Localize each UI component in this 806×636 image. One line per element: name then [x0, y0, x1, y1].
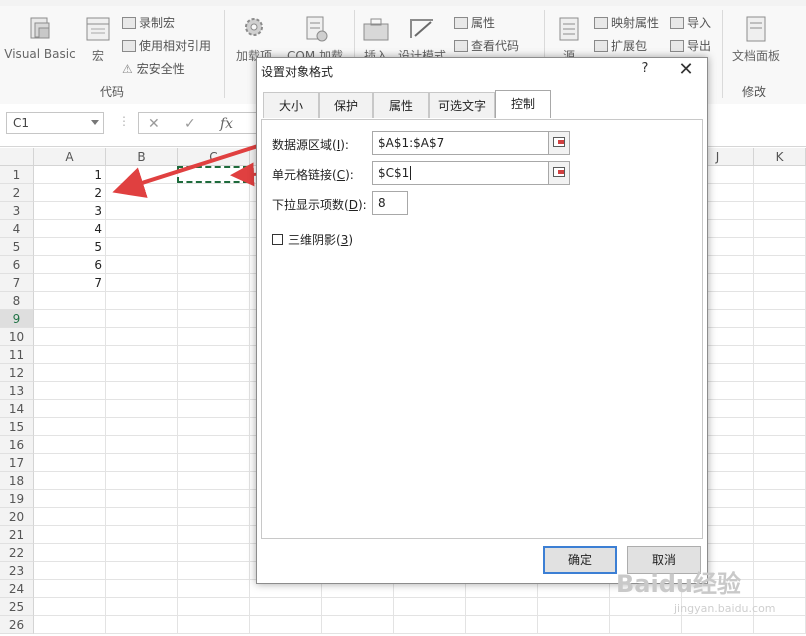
- cell-link-label-text: 单元格链接(: [272, 168, 337, 182]
- baidu-watermark-url: jingyan.baidu.com: [674, 602, 776, 615]
- input-range-label-text: 数据源区域(: [272, 138, 337, 152]
- range-select-icon: [553, 137, 565, 147]
- dropdown-lines-label-suffix: ):: [357, 198, 367, 212]
- dropdown-lines-accesskey: D: [348, 198, 358, 212]
- 3d-shading-label-text: 三维阴影(: [288, 233, 341, 247]
- input-range-label-suffix: ):: [340, 138, 349, 152]
- cell-link-label-suffix: ):: [345, 168, 354, 182]
- input-range-picker-button[interactable]: [548, 131, 570, 155]
- 3d-shading-label-suffix: ): [348, 233, 354, 247]
- tab-properties[interactable]: 属性: [373, 92, 429, 118]
- tab-protection[interactable]: 保护: [319, 92, 373, 118]
- cell-link-field[interactable]: $C$1: [372, 161, 550, 185]
- tab-alt-text[interactable]: 可选文字: [429, 92, 495, 118]
- control-tab-panel: 数据源区域(I): $A$1:$A$7 单元格链接(C): $C$1 下拉显示项…: [261, 119, 703, 539]
- input-range-field[interactable]: $A$1:$A$7: [372, 131, 550, 155]
- dialog-title: 设置对象格式: [261, 65, 334, 79]
- red-arrow-to-column-a: [112, 144, 259, 198]
- dropdown-lines-label: 下拉显示项数(D):: [272, 196, 367, 213]
- tab-control[interactable]: 控制: [495, 90, 551, 118]
- cell-link-label: 单元格链接(C):: [272, 166, 354, 183]
- 3d-shading-label[interactable]: 三维阴影(3): [288, 231, 353, 248]
- format-object-dialog: 设置对象格式 ? ✕ 大小 保护 属性 可选文字 控制 数据源区域(I): $A…: [256, 57, 708, 584]
- cell-link-value: $C$1: [378, 166, 410, 180]
- cell-link-picker-button[interactable]: [548, 161, 570, 185]
- dropdown-lines-field[interactable]: 8: [372, 191, 408, 215]
- 3d-shading-checkbox[interactable]: [272, 234, 283, 245]
- ok-button[interactable]: 确定: [543, 546, 617, 574]
- close-button[interactable]: ✕: [675, 59, 697, 81]
- dialog-titlebar[interactable]: 设置对象格式 ? ✕: [257, 58, 707, 84]
- help-button[interactable]: ?: [635, 61, 655, 76]
- cell-link-accesskey: C: [336, 168, 346, 182]
- text-cursor: [410, 166, 412, 180]
- range-select-icon: [553, 167, 565, 177]
- input-range-label: 数据源区域(I):: [272, 136, 349, 153]
- dropdown-lines-label-text: 下拉显示项数(: [272, 198, 349, 212]
- tab-size[interactable]: 大小: [263, 92, 319, 118]
- baidu-watermark: Baidu经验: [616, 570, 741, 598]
